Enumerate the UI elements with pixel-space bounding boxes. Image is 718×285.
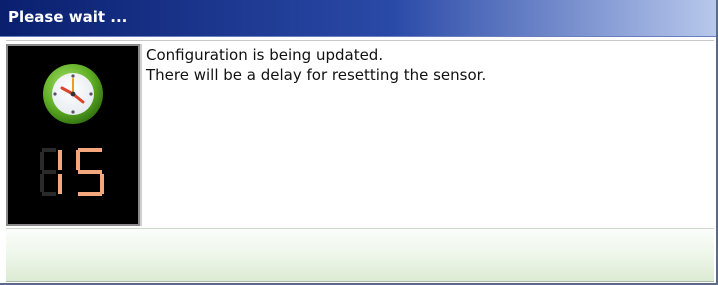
digit-tens-ghost	[40, 148, 56, 196]
digit-tens	[58, 150, 62, 194]
message-line-1: Configuration is being updated.	[146, 46, 384, 64]
dialog-footer	[6, 228, 714, 282]
digit-ones	[76, 148, 104, 196]
dialog-title: Please wait ...	[8, 8, 128, 26]
dialog-content: Configuration is being updated. There wi…	[6, 40, 714, 227]
title-bar[interactable]: Please wait ...	[0, 0, 716, 37]
please-wait-dialog: Please wait ... Configuration is being u…	[0, 0, 718, 285]
status-icon-panel	[6, 44, 140, 226]
countdown-display	[40, 148, 104, 196]
clock-icon	[43, 64, 103, 124]
panel-divider	[140, 44, 142, 226]
message-line-2: There will be a delay for resetting the …	[146, 66, 487, 84]
message-text: Configuration is being updated. There wi…	[146, 45, 486, 85]
